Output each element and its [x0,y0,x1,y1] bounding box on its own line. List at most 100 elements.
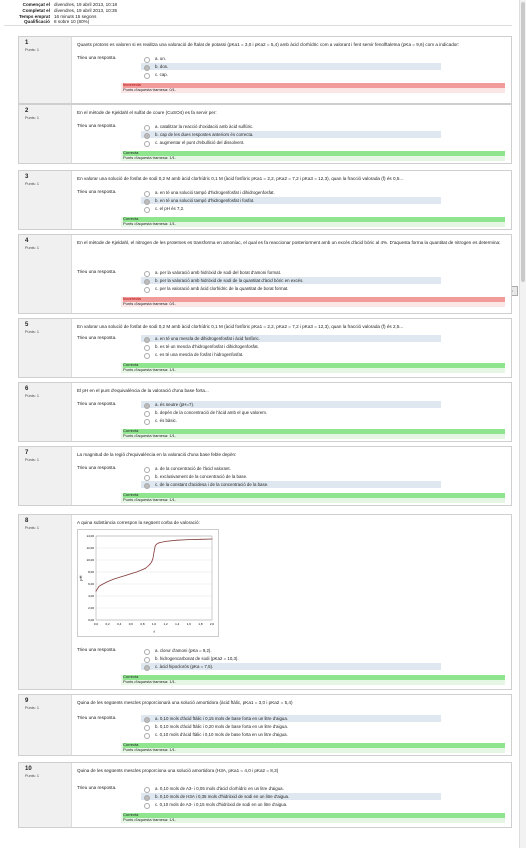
answer-option[interactable]: a. de la concentració de l'àcid valorant… [141,465,441,473]
radio-button[interactable] [144,732,150,739]
question-5: 5 Punts: 1 En valorar una solució de fosfa… [18,318,512,378]
feedback-points: Punts d'aquesta tramesa: 1/1. [123,220,177,226]
data-point [155,543,157,545]
question-number: 3 [25,174,29,180]
answer-option[interactable]: b. depèn de la concentració de l'àcid am… [141,409,441,417]
question-info: 4 Punts: 1 [19,235,72,313]
answer-option[interactable]: c. 0,10 mols d'àcid ftàlic i 0,10 mols d… [141,731,441,739]
scrollbar-thumb[interactable] [521,2,525,282]
answer-option[interactable]: a. 0,10 mols de A3- i 0,05 mols d'àcid c… [141,785,441,793]
x-tick-label: 0,6 [129,622,134,626]
radio-button[interactable] [144,482,150,489]
answer-label: c. cap. [155,72,168,77]
answer-option[interactable]: a. catalitzar la reacció d'oxidació amb … [141,123,441,131]
radio-button[interactable] [144,466,150,473]
radio-button[interactable] [144,352,150,359]
radio-button[interactable] [144,64,150,71]
answer-option[interactable]: b. cap de les dues respostes anteriors é… [141,131,441,139]
radio-button[interactable] [144,656,150,663]
answer-option[interactable]: a. en té una solució tampó d'hidrogenfos… [141,189,441,197]
question-info: 7 Punts: 1 [19,447,72,505]
answer-label: b. es té un mescla d'hidrogenfosfat i di… [155,344,259,349]
answer-option[interactable]: c. 0,10 mols de A3- i 0,15 mols d'hidròx… [141,801,441,809]
radio-button[interactable] [144,786,150,793]
feedback: Correcta Punts d'aquesta tramesa: 1/1. [121,812,505,823]
answer-option[interactable]: b. 0,10 mols d'àcid ftàlic i 0,20 mols d… [141,723,441,731]
radio-button[interactable] [144,270,150,277]
answer-option[interactable]: b. 0,10 mols de H3A i 0,35 mols d'hidròx… [141,793,441,801]
data-point [95,590,97,592]
answer-option[interactable]: b. es té un mescla d'hidrogenfosfat i di… [141,343,441,351]
data-point [199,538,201,540]
answer-option[interactable]: a. és neutre (pH=7). [141,401,441,409]
answer-option[interactable]: c. per la valoració amb àcid clorhídric … [141,285,441,293]
radio-button[interactable] [144,474,150,481]
answer-label: b. exclusivament de la concentració de l… [155,474,248,479]
data-point [154,545,156,547]
data-point [147,565,149,567]
radio-button[interactable] [144,402,150,409]
answer-label: b. 0,10 mols de H3A i 0,35 mols d'hidròx… [155,794,290,799]
radio-button[interactable] [144,344,150,351]
question-text: En el mètode de Kjeldahl el sulfat de co… [77,110,217,115]
feedback-correct: Correcta [123,812,505,818]
answer-label: a. en té una mescla de dihidrogenfosfat … [155,336,260,341]
answer-option[interactable]: b. hidrogencarbonat de sodi (pKa2 = 10,3… [141,655,441,663]
question-text: Quina de les següents mescles proporcion… [77,700,293,705]
answer-option[interactable]: a. per la valoració amb hidròxid de sodi… [141,269,441,277]
question-info: 3 Punts: 1 [19,171,72,229]
answer-option[interactable]: a. en té una mescla de dihidrogenfosfat … [141,335,441,343]
radio-button[interactable] [144,132,150,139]
radio-button[interactable] [144,716,150,723]
radio-button[interactable] [144,418,150,425]
feedback-points: Punts d'aquesta tramesa: 1/1. [123,678,177,684]
radio-button[interactable] [144,140,150,147]
radio-button[interactable] [144,286,150,293]
feedback-correct: Correcta [123,428,505,434]
radio-button[interactable] [144,56,150,63]
radio-button[interactable] [144,198,150,205]
answer-option[interactable]: c. àcid hipoclorós (pKa = 7,5). [141,663,441,671]
radio-button[interactable] [144,190,150,197]
feedback-correct: Correcta [123,216,505,222]
answer-option[interactable]: c. de la constant d'acidesa i de la conc… [141,481,441,489]
answer-option[interactable]: a. clorur d'amoni (pKa = 9,2). [141,647,441,655]
y-tick-label: 2,00 [88,606,94,610]
radio-button[interactable] [144,794,150,801]
feedback-points: Punts d'aquesta tramesa: 1/1. [123,746,177,752]
radio-button[interactable] [144,336,150,343]
radio-button[interactable] [144,802,150,809]
radio-button[interactable] [144,664,150,671]
question-text: A quina substància correspon la següent … [77,520,200,525]
data-point [107,581,109,583]
radio-button[interactable] [144,410,150,417]
radio-button[interactable] [144,124,150,131]
answer-label: a. per la valoració amb hidròxid de sodi… [155,270,282,275]
answer-option[interactable]: b. dos. [141,63,441,71]
scrollbar[interactable] [519,0,526,848]
answer-option[interactable]: c. és bàsic. [141,417,441,425]
data-point [136,571,138,573]
radio-button[interactable] [144,206,150,213]
data-point [159,542,161,544]
answer-option[interactable]: b. exclusivament de la concentració de l… [141,473,441,481]
answer-option[interactable]: a. 0,10 mols d'àcid ftàlic i 0,15 mols d… [141,715,441,723]
x-tick-label: 1,8 [198,622,203,626]
answer-option[interactable]: c. augmentar el punt d'ebullició del dis… [141,139,441,147]
radio-button[interactable] [144,72,150,79]
radio-button[interactable] [144,648,150,655]
radio-button[interactable] [144,278,150,285]
answer-prompt: Trieu una resposta. [77,401,117,406]
question-info: 10 Punts: 1 [19,763,72,827]
answer-option[interactable]: b. per la valoració amb hidròxid de sodi… [141,277,441,285]
radio-button[interactable] [144,724,150,731]
answer-option[interactable]: b. en té una solució tampó d'hidrogenfos… [141,197,441,205]
answer-option[interactable]: c. es té una mescla de fosfat i hidrogen… [141,351,441,359]
answer-option[interactable]: a. un. [141,55,441,63]
answer-option[interactable]: c. cap. [141,71,441,79]
feedback-correct: Correcta [123,362,505,368]
answer-option[interactable]: c. el pH és 7,2. [141,205,441,213]
data-point [112,578,114,580]
x-tick-label: 0,4 [117,622,122,626]
feedback: Correcta Punts d'aquesta tramesa: 1/1. [121,428,505,439]
